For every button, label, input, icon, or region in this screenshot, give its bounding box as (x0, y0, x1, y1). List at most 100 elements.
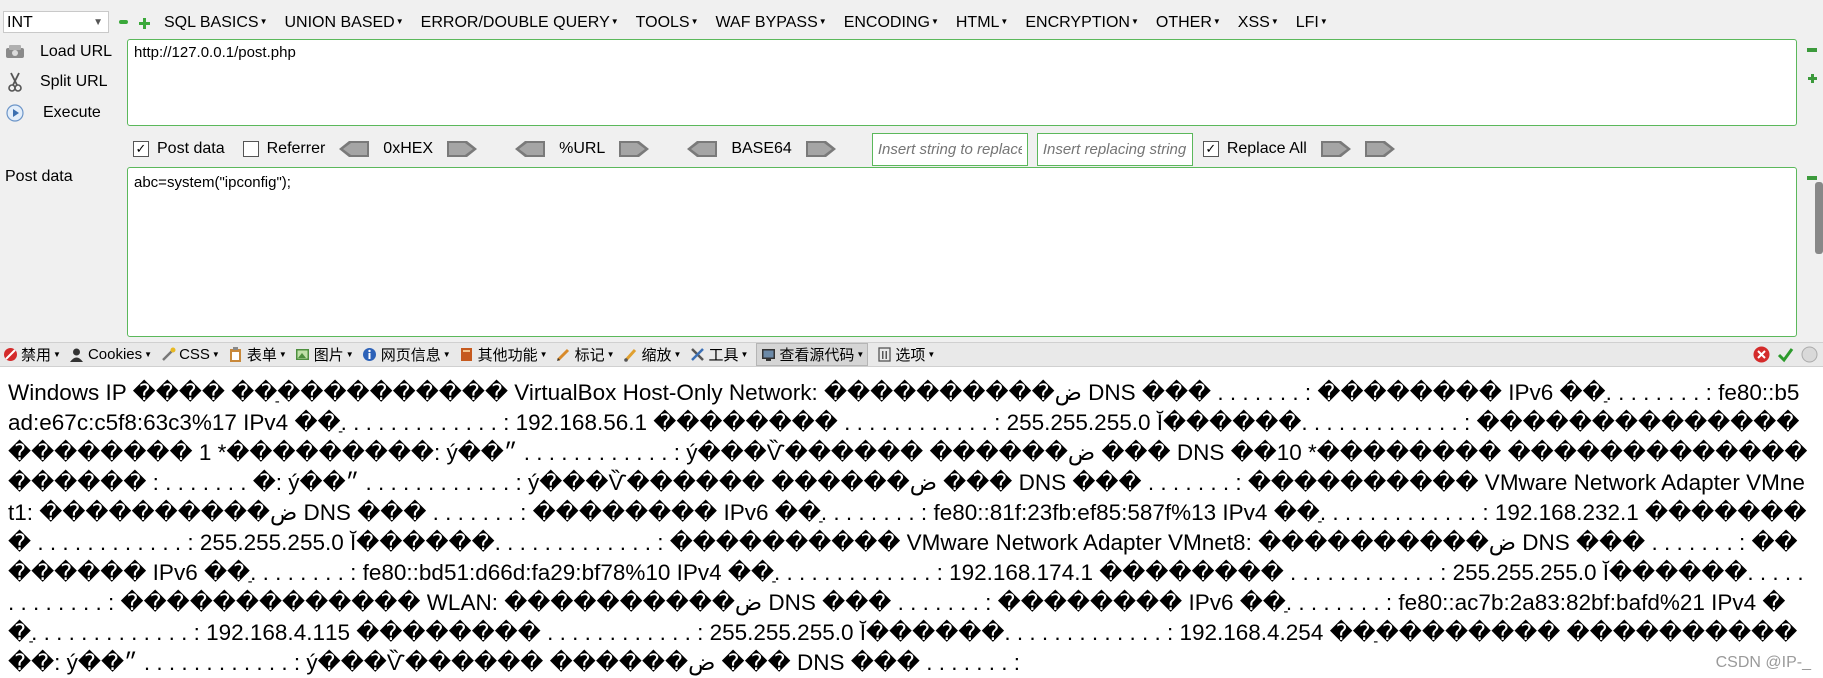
menu-label: WAF BYPASS (715, 14, 818, 31)
load-url-icon (4, 41, 26, 63)
wrench-icon (689, 347, 705, 363)
play-icon (4, 102, 26, 124)
caret-icon: ▼ (1000, 17, 1009, 26)
toolbar-label: 其他功能 (477, 347, 538, 364)
injection-type-value: INT (7, 14, 33, 31)
load-url-label: Load URL (40, 43, 113, 60)
brush-icon (623, 347, 639, 363)
hackbar-menu: SQL BASICS▼ UNION BASED▼ ERROR/DOUBLE QU… (164, 9, 1345, 35)
caret-icon: ▼ (278, 350, 287, 359)
error-icon[interactable] (1753, 346, 1771, 364)
resize-menu[interactable]: 缩放 ▼ (623, 344, 682, 365)
plus-icon[interactable] (139, 16, 150, 29)
left-arrow-icon[interactable] (339, 141, 370, 157)
menu-sql-basics[interactable]: SQL BASICS▼ (164, 9, 267, 35)
expand-icon[interactable] (1808, 70, 1817, 83)
collapse-icon[interactable] (1807, 176, 1817, 180)
caret-icon: ▼ (927, 350, 936, 359)
menu-xss[interactable]: XSS▼ (1238, 9, 1279, 35)
post-data-input[interactable]: abc=system("ipconfig"); (127, 167, 1797, 337)
view-source-menu[interactable]: 查看源代码 ▼ (756, 343, 869, 366)
menu-union-based[interactable]: UNION BASED▼ (284, 9, 403, 35)
menu-label: ERROR/DOUBLE QUERY (420, 14, 610, 31)
right-arrow-icon[interactable] (805, 141, 836, 157)
toolbar-label: 查看源代码 (779, 347, 855, 364)
right-arrow-icon[interactable] (619, 141, 650, 157)
scrollbar-thumb[interactable] (1815, 182, 1823, 254)
caret-icon: ▼ (740, 350, 749, 359)
caret-icon: ▼ (442, 350, 451, 359)
right-arrow-icon[interactable] (1320, 141, 1351, 157)
injection-type-select[interactable]: INT ▼ (3, 11, 109, 33)
right-arrow-icon[interactable] (447, 141, 478, 157)
menu-label: TOOLS (635, 14, 690, 31)
caret-icon: ▼ (930, 17, 939, 26)
menu-tools[interactable]: TOOLS▼ (636, 9, 699, 35)
outline-menu[interactable]: 标记 ▼ (556, 344, 615, 365)
page-info-menu[interactable]: 网页信息 ▼ (362, 344, 451, 365)
caret-icon: ▼ (1212, 17, 1221, 26)
post-data-checkbox[interactable]: ✓ Post data (133, 140, 225, 158)
menu-lfi[interactable]: LFI▼ (1296, 9, 1328, 35)
misc-menu[interactable]: 其他功能 ▼ (459, 344, 548, 365)
info-icon (362, 347, 378, 363)
menu-html[interactable]: HTML▼ (956, 9, 1008, 35)
caret-icon: ▼ (53, 350, 61, 359)
referrer-checkbox[interactable]: Referrer (242, 140, 326, 158)
disable-menu[interactable]: 禁用 ▼ (2, 344, 61, 365)
url-input[interactable]: http://127.0.0.1/post.php (127, 39, 1797, 126)
caret-icon: ▼ (690, 17, 699, 26)
tools-menu[interactable]: 工具 ▼ (689, 344, 748, 365)
scissors-icon (4, 71, 26, 93)
menu-other[interactable]: OTHER▼ (1156, 9, 1221, 35)
caret-icon: ▼ (539, 350, 548, 359)
hex-label: 0xHEX (383, 140, 434, 157)
execute-button[interactable]: Execute (0, 99, 101, 127)
cookies-menu[interactable]: Cookies ▼ (69, 346, 152, 363)
url-encode-label: %URL (559, 140, 606, 157)
caret-icon: ▼ (1270, 17, 1279, 26)
forms-menu[interactable]: 表单 ▼ (228, 344, 287, 365)
pencil-icon (556, 347, 572, 363)
menu-label: ENCRYPTION (1025, 14, 1130, 31)
status-circle-icon[interactable] (1801, 346, 1819, 364)
menu-label: XSS (1237, 14, 1270, 31)
replace-all-checkbox[interactable]: ✓ Replace All (1202, 140, 1307, 158)
web-developer-toolbar: 禁用 ▼ Cookies ▼ CSS ▼ 表单 ▼ 图片 ▼ 网页信息 ▼ 其他功能 ▼ 标记… (0, 342, 1823, 367)
referrer-check-label: Referrer (266, 140, 326, 157)
user-icon (69, 347, 85, 363)
menu-waf-bypass[interactable]: WAF BYPASS▼ (716, 9, 827, 35)
images-menu[interactable]: 图片 ▼ (295, 344, 354, 365)
replacing-string-input[interactable] (1036, 132, 1193, 166)
toolbar-label: 标记 (574, 347, 605, 364)
options-icon (876, 347, 892, 363)
minus-icon[interactable] (119, 20, 128, 24)
split-url-label: Split URL (40, 73, 108, 90)
load-url-button[interactable]: Load URL (0, 38, 112, 66)
image-icon (295, 347, 311, 363)
toolbar-label: 网页信息 (380, 347, 441, 364)
toolbar-label: 工具 (708, 347, 739, 364)
check-icon[interactable] (1777, 346, 1795, 364)
menu-label: SQL BASICS (164, 14, 259, 31)
replace-all-label: Replace All (1226, 140, 1307, 157)
empty-checkbox-icon (242, 141, 259, 157)
toolbar-label: 选项 (895, 347, 926, 364)
css-menu[interactable]: CSS ▼ (160, 346, 220, 363)
caret-icon: ▼ (211, 350, 220, 359)
menu-encryption[interactable]: ENCRYPTION▼ (1025, 9, 1139, 35)
split-url-button[interactable]: Split URL (0, 68, 108, 96)
collapse-icon[interactable] (1807, 48, 1817, 52)
right-arrow-icon[interactable] (1364, 141, 1395, 157)
caret-icon: ▼ (395, 17, 404, 26)
options-menu[interactable]: 选项 ▼ (876, 344, 935, 365)
caret-icon: ▼ (673, 350, 682, 359)
menu-error-double-query[interactable]: ERROR/DOUBLE QUERY▼ (421, 9, 619, 35)
base64-label: BASE64 (731, 140, 792, 157)
left-arrow-icon[interactable] (687, 141, 718, 157)
menu-encoding[interactable]: ENCODING▼ (844, 9, 939, 35)
left-arrow-icon[interactable] (515, 141, 546, 157)
replace-string-input[interactable] (871, 132, 1028, 166)
menu-label: LFI (1295, 14, 1319, 31)
toolbar-label: Cookies (87, 346, 143, 363)
